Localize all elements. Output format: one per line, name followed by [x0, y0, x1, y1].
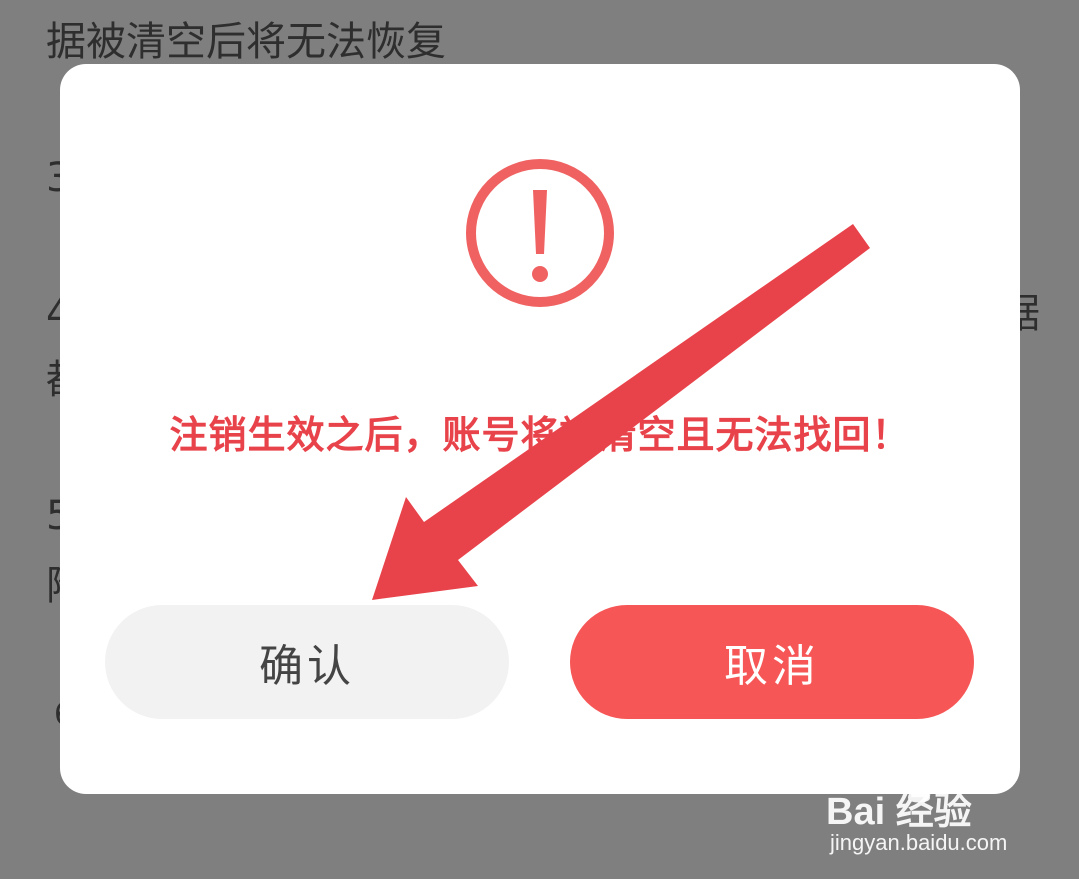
watermark-url: jingyan.baidu.com — [830, 830, 1008, 855]
background-text-line: 据被清空后将无法恢复 — [46, 19, 446, 65]
warning-message: 注销生效之后，账号将被清空且无法找回！ — [169, 413, 911, 457]
confirm-button-label: 确认 — [259, 641, 355, 692]
cancel-button-label: 取消 — [724, 641, 820, 692]
baidu-jingyan-watermark: Bai 经验 jingyan.baidu.com — [826, 760, 1046, 860]
watermark-logo-text: Bai 经验 — [826, 791, 972, 833]
account-cancellation-dialog: 注销生效之后，账号将被清空且无法找回！ 确认 取消 — [60, 64, 1020, 794]
confirm-button[interactable]: 确认 — [105, 605, 509, 719]
exclamation-circle-icon — [466, 159, 614, 307]
cancel-button[interactable]: 取消 — [570, 605, 974, 719]
